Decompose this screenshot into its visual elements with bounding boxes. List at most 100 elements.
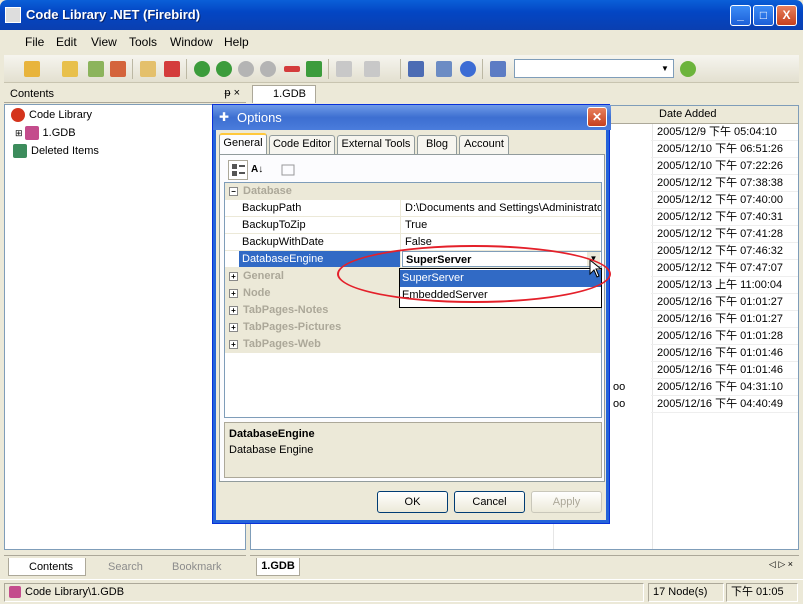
menu-help[interactable]: Help	[224, 35, 249, 49]
table-row[interactable]: 2005/12/16 下午 01:01:27	[651, 294, 798, 311]
minimize-button[interactable]: _	[730, 5, 751, 26]
column-date-added[interactable]: Date Added	[659, 108, 717, 120]
category-database[interactable]: − Database	[225, 183, 601, 200]
table-row[interactable]: 2005/12/9 下午 05:04:10	[651, 124, 798, 141]
expand-icon[interactable]: +	[229, 340, 238, 349]
print-icon[interactable]	[364, 61, 380, 77]
table-row[interactable]: 2005/12/16 下午 04:31:10	[651, 379, 798, 396]
tab-scroll-icon[interactable]: ◁ ▷ ×	[769, 559, 793, 570]
dialog-close-button[interactable]: ✕	[587, 107, 607, 127]
tab-code-editor[interactable]: Code Editor	[269, 135, 335, 154]
tree-item-code-library[interactable]: Code Library	[11, 107, 92, 123]
outdent-icon[interactable]	[284, 66, 300, 72]
options-dialog: ✚ Options ✕ General Code Editor External…	[212, 104, 611, 524]
property-pages-icon[interactable]	[278, 160, 298, 180]
categorized-icon[interactable]	[228, 160, 248, 180]
dialog-title-bar: ✚ Options ✕	[213, 105, 611, 130]
chevron-down-icon[interactable]: ▼	[658, 61, 672, 76]
database-icon	[9, 586, 21, 599]
table-row[interactable]: 2005/12/12 下午 07:40:31	[651, 209, 798, 226]
open-folder-icon[interactable]	[24, 61, 40, 77]
table-row[interactable]: 2005/12/10 下午 07:22:26	[651, 158, 798, 175]
toolbar-separator	[132, 59, 133, 79]
window-title: Code Library .NET (Firebird)	[26, 7, 201, 22]
document-tabs: 1.GDB	[250, 84, 799, 103]
close-button[interactable]: X	[776, 5, 797, 26]
property-backup-to-zip[interactable]: BackupToZip True	[225, 217, 601, 234]
status-nodes: 17 Node(s)	[648, 583, 724, 602]
tab-general[interactable]: General	[219, 133, 267, 155]
maximize-button[interactable]: □	[753, 5, 774, 26]
expand-icon[interactable]: +	[229, 306, 238, 315]
tab-search[interactable]: Search	[88, 558, 150, 576]
table-row[interactable]: 2005/12/16 下午 01:01:28	[651, 328, 798, 345]
cancel-button[interactable]: Cancel	[454, 491, 525, 513]
tab-account[interactable]: Account	[459, 135, 509, 154]
expand-icon[interactable]: ⊞	[15, 128, 23, 138]
folder-icon[interactable]	[62, 61, 78, 77]
search-icon[interactable]	[490, 61, 506, 77]
tab-1gdb[interactable]: 1.GDB	[252, 85, 316, 103]
categorized-icon-glyph	[232, 164, 245, 176]
tab-external-tools[interactable]: External Tools	[337, 135, 415, 154]
new-item-icon[interactable]	[88, 61, 104, 77]
expand-icon[interactable]: +	[229, 272, 238, 281]
toolbar-separator	[186, 59, 187, 79]
tab-blog[interactable]: Blog	[417, 135, 457, 154]
menu-window[interactable]: Window	[170, 35, 213, 49]
options-icon[interactable]	[436, 61, 452, 77]
ok-button[interactable]: OK	[377, 491, 448, 513]
table-row[interactable]: 2005/12/12 下午 07:41:28	[651, 226, 798, 243]
delete-icon[interactable]	[164, 61, 180, 77]
table-row[interactable]: 2005/12/13 上午 11:00:04	[651, 277, 798, 294]
apply-button[interactable]: Apply	[531, 491, 602, 513]
property-backup-path[interactable]: BackupPath D:\Documents and Settings\Admi…	[225, 200, 601, 217]
copy-icon[interactable]	[336, 61, 352, 77]
menu-file[interactable]: File	[25, 35, 44, 49]
pin-close-icon[interactable]: ᵽ ×	[224, 87, 240, 99]
table-row[interactable]: 2005/12/16 下午 04:40:49	[651, 396, 798, 413]
highlight-ellipse	[337, 245, 611, 303]
go-icon[interactable]	[680, 61, 696, 77]
nav-forward-icon[interactable]	[216, 61, 232, 77]
pages-glyph	[281, 164, 295, 176]
menu-tools[interactable]: Tools	[129, 35, 157, 49]
nav-back-icon[interactable]	[194, 61, 210, 77]
table-row[interactable]: 2005/12/16 下午 01:01:46	[651, 362, 798, 379]
table-row[interactable]: 2005/12/16 下午 01:01:46	[651, 345, 798, 362]
category-tabpages-web[interactable]: + TabPages-Web	[225, 336, 601, 353]
property-description: DatabaseEngine Database Engine	[224, 422, 602, 478]
help-icon[interactable]	[460, 61, 476, 77]
contents-tree: Code Library ⊞ 1.GDB Deleted Items	[4, 104, 246, 550]
table-row[interactable]: 2005/12/12 下午 07:38:38	[651, 175, 798, 192]
table-row[interactable]: 2005/12/12 下午 07:46:32	[651, 243, 798, 260]
nav-up-icon[interactable]	[238, 61, 254, 77]
tab-contents[interactable]: Contents	[8, 558, 86, 576]
expand-icon[interactable]: +	[229, 323, 238, 332]
bottom-tab-1gdb[interactable]: 1.GDB	[256, 558, 300, 576]
menu-edit[interactable]: Edit	[56, 35, 77, 49]
new-node-icon[interactable]	[140, 61, 156, 77]
left-panel-tabs: Contents Search Bookmark	[4, 555, 246, 577]
save-icon[interactable]	[110, 61, 126, 77]
tree-item-gdb[interactable]: ⊞ 1.GDB	[15, 125, 76, 141]
search-combo[interactable]: ▼	[514, 59, 674, 78]
tree-item-deleted[interactable]: Deleted Items	[13, 143, 99, 159]
category-tabpages-pictures[interactable]: + TabPages-Pictures	[225, 319, 601, 336]
view-icon[interactable]	[408, 61, 424, 77]
app-icon	[5, 7, 21, 23]
table-row[interactable]: 2005/12/16 下午 01:01:27	[651, 311, 798, 328]
recycle-bin-icon	[13, 144, 27, 159]
sort-alpha-icon[interactable]: A↓	[250, 160, 270, 180]
tab-bookmark[interactable]: Bookmark	[152, 558, 232, 576]
expand-icon[interactable]: +	[229, 289, 238, 298]
description-text: Database Engine	[229, 444, 314, 456]
table-row[interactable]: 2005/12/10 下午 06:51:26	[651, 141, 798, 158]
collapse-icon[interactable]: −	[229, 187, 238, 196]
nav-down-icon[interactable]	[260, 61, 276, 77]
row-fragment: oo	[613, 398, 626, 410]
table-row[interactable]: 2005/12/12 下午 07:47:07	[651, 260, 798, 277]
indent-icon[interactable]	[306, 61, 322, 77]
menu-view[interactable]: View	[91, 35, 117, 49]
table-row[interactable]: 2005/12/12 下午 07:40:00	[651, 192, 798, 209]
